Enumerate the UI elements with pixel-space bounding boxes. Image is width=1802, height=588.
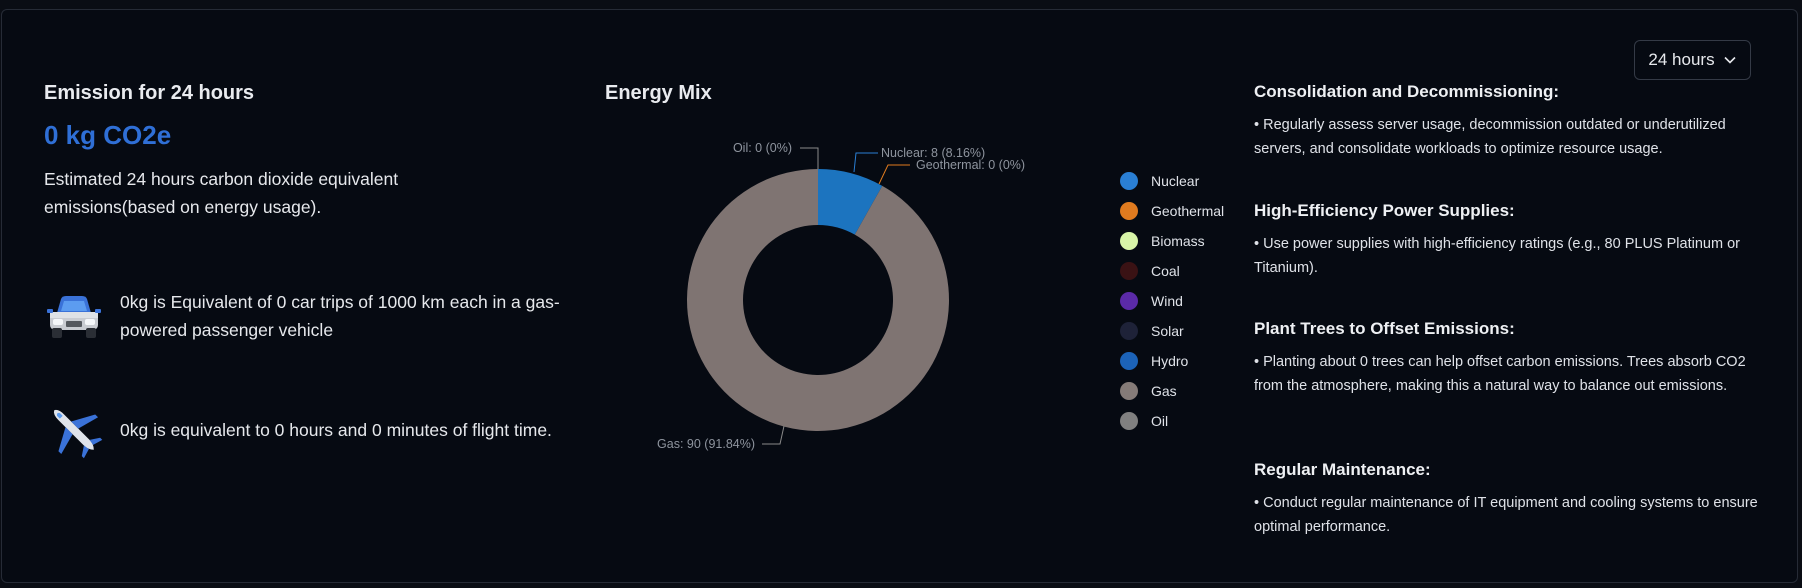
tip-plant-trees: Plant Trees to Offset Emissions: • Plant… — [1254, 319, 1764, 398]
energy-mix-legend: Nuclear Geothermal Biomass Coal Wind Solar Hyd… — [1120, 166, 1224, 436]
legend-label: Gas — [1151, 383, 1177, 399]
energy-mix-donut-chart: Oil: 0 (0%) Nuclear: 8 (8.16%) Geotherma… — [657, 141, 1025, 451]
car-icon — [47, 296, 101, 338]
legend-item-wind[interactable]: Wind — [1120, 286, 1224, 316]
emission-summary: Emission for 24 hours 0 kg CO2e Estimate… — [44, 82, 564, 459]
callout-gas: Gas: 90 (91.84%) — [657, 437, 755, 451]
tip-maintenance: Regular Maintenance: • Conduct regular m… — [1254, 460, 1764, 539]
time-range-dropdown[interactable]: 24 hours — [1634, 40, 1751, 80]
legend-label: Nuclear — [1151, 173, 1200, 189]
tip-title: Plant Trees to Offset Emissions: — [1254, 319, 1515, 338]
emission-title: Emission for 24 hours — [44, 82, 255, 104]
legend-swatch — [1120, 292, 1138, 310]
legend-label: Coal — [1151, 263, 1180, 279]
legend-item-coal[interactable]: Coal — [1120, 256, 1224, 286]
time-range-label: 24 hours — [1648, 50, 1715, 69]
chevron-down-icon — [1724, 56, 1736, 64]
legend-label: Geothermal — [1151, 203, 1225, 219]
callout-geothermal: Geothermal: 0 (0%) — [916, 158, 1025, 172]
tip-text: • Regularly assess server usage, decommi… — [1254, 117, 1726, 157]
legend-label: Biomass — [1151, 233, 1205, 249]
airplane-icon — [53, 409, 103, 459]
flight-equivalent: 0kg is equivalent to 0 hours and 0 minut… — [44, 400, 564, 460]
tip-power-supplies: High-Efficiency Power Supplies: • Use po… — [1254, 201, 1764, 280]
tip-title: Regular Maintenance: — [1254, 460, 1431, 479]
legend-swatch — [1120, 172, 1138, 190]
flight-equivalent-text: 0kg is equivalent to 0 hours and 0 minut… — [120, 420, 552, 440]
legend-item-solar[interactable]: Solar — [1120, 316, 1224, 346]
tip-title: High-Efficiency Power Supplies: — [1254, 201, 1515, 220]
legend-swatch — [1120, 352, 1138, 370]
tip-text: • Planting about 0 trees can help offset… — [1254, 354, 1746, 394]
legend-item-gas[interactable]: Gas — [1120, 376, 1224, 406]
callout-oil: Oil: 0 (0%) — [733, 141, 792, 155]
emission-description: Estimated 24 hours carbon dioxide equiva… — [44, 169, 399, 217]
legend-swatch — [1120, 262, 1138, 280]
legend-swatch — [1120, 232, 1138, 250]
tip-text: • Conduct regular maintenance of IT equi… — [1254, 495, 1758, 535]
energy-mix-title: Energy Mix — [605, 82, 712, 104]
tip-consolidation: Consolidation and Decommissioning: • Reg… — [1254, 82, 1764, 161]
legend-swatch — [1120, 322, 1138, 340]
car-equivalent: 0kg is Equivalent of 0 car trips of 1000… — [44, 286, 564, 346]
legend-swatch — [1120, 382, 1138, 400]
callout-line-geothermal — [878, 164, 910, 185]
legend-item-hydro[interactable]: Hydro — [1120, 346, 1224, 376]
callout-line-gas — [762, 425, 785, 445]
legend-item-nuclear[interactable]: Nuclear — [1120, 166, 1224, 196]
legend-label: Wind — [1151, 293, 1183, 309]
legend-item-biomass[interactable]: Biomass — [1120, 226, 1224, 256]
legend-label: Oil — [1151, 413, 1169, 429]
emission-value: 0 kg CO2e — [44, 120, 172, 150]
tip-title: Consolidation and Decommissioning: — [1254, 82, 1560, 101]
legend-label: Solar — [1151, 323, 1184, 339]
legend-swatch — [1120, 202, 1138, 220]
callout-line-nuclear — [853, 152, 878, 173]
legend-item-oil[interactable]: Oil — [1120, 406, 1224, 436]
slice-gas[interactable] — [687, 169, 949, 432]
tip-text: • Use power supplies with high-efficienc… — [1254, 236, 1740, 276]
legend-item-geothermal[interactable]: Geothermal — [1120, 196, 1224, 226]
legend-swatch — [1120, 412, 1138, 430]
legend-label: Hydro — [1151, 353, 1189, 369]
car-equivalent-text: 0kg is Equivalent of 0 car trips of 1000… — [120, 292, 560, 340]
callout-line-oil — [800, 147, 819, 169]
